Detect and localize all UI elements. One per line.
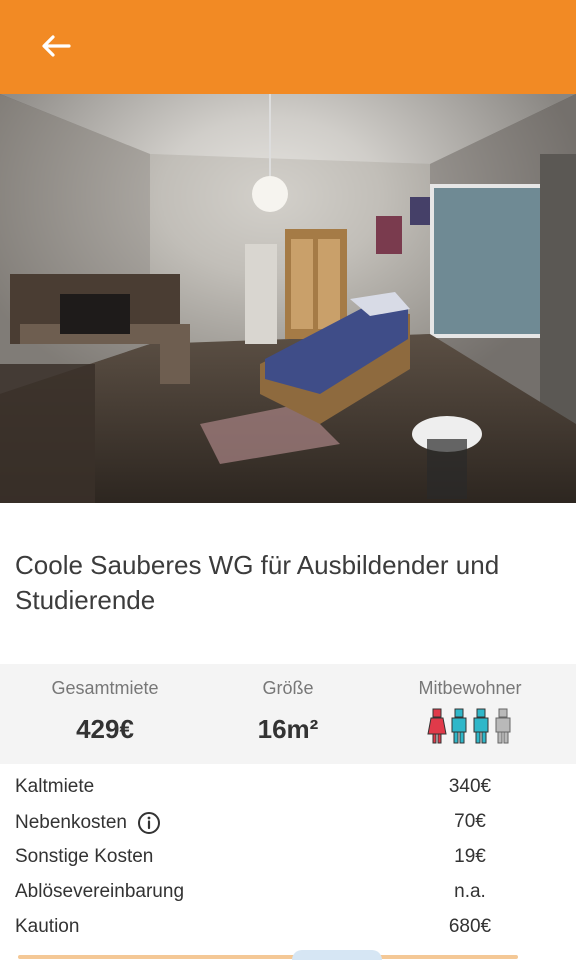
bottom-content-peek bbox=[0, 950, 576, 960]
cost-value: 70€ bbox=[454, 811, 486, 832]
key-stats: Gesamtmiete 429€ Größe 16m² Mitbewohner bbox=[0, 664, 576, 764]
cost-row-sonstige: Sonstige Kosten 19€ bbox=[0, 840, 576, 875]
cost-value: 680€ bbox=[448, 916, 492, 937]
person-female-icon bbox=[427, 708, 447, 744]
cost-label: Nebenkosten bbox=[15, 811, 161, 835]
room-photo bbox=[0, 94, 576, 503]
cost-row-kaltmiete: Kaltmiete 340€ bbox=[0, 770, 576, 805]
app-header bbox=[0, 0, 576, 94]
cost-label-text: Ablösevereinbarung bbox=[15, 881, 185, 902]
cost-label: Kaltmiete bbox=[15, 776, 94, 798]
cost-value: n.a. bbox=[454, 881, 486, 902]
cost-breakdown: Kaltmiete 340€ Nebenkosten 70€ Sonstige … bbox=[0, 770, 576, 945]
person-male-icon bbox=[473, 708, 489, 744]
stat-roommates-label: Mitbewohner bbox=[418, 678, 522, 698]
cost-value: 19€ bbox=[454, 846, 486, 867]
peek-button[interactable] bbox=[292, 950, 382, 960]
roommate-icons bbox=[380, 708, 560, 744]
arrow-left-icon bbox=[42, 35, 71, 57]
cost-label: Ablösevereinbarung bbox=[15, 881, 184, 903]
person-empty-icon bbox=[495, 708, 511, 744]
back-button[interactable] bbox=[28, 26, 84, 66]
person-male-icon bbox=[451, 708, 467, 744]
info-icon[interactable] bbox=[137, 811, 161, 835]
cost-value: 340€ bbox=[448, 776, 492, 797]
cost-label-text: Sonstige Kosten bbox=[15, 846, 154, 867]
stat-rent-value: 429€ bbox=[76, 714, 134, 744]
cost-row-abloese: Ablösevereinbarung n.a. bbox=[0, 875, 576, 910]
listing-photo[interactable] bbox=[0, 94, 576, 503]
stat-size-label: Größe bbox=[262, 678, 314, 698]
peek-text-line bbox=[18, 955, 518, 959]
cost-label-text: Kaution bbox=[15, 916, 80, 937]
cost-label: Kaution bbox=[15, 916, 79, 938]
cost-label: Sonstige Kosten bbox=[15, 846, 153, 868]
cost-label-text: Nebenkosten bbox=[15, 812, 127, 833]
stat-rent-label: Gesamtmiete bbox=[51, 678, 159, 698]
stat-size-value: 16m² bbox=[257, 714, 319, 744]
cost-row-kaution: Kaution 680€ bbox=[0, 910, 576, 945]
cost-label-text: Kaltmiete bbox=[15, 776, 95, 797]
cost-row-nebenkosten: Nebenkosten 70€ bbox=[0, 805, 576, 840]
listing-title: Coole Sauberes WG für Ausbildender und S… bbox=[15, 550, 500, 615]
